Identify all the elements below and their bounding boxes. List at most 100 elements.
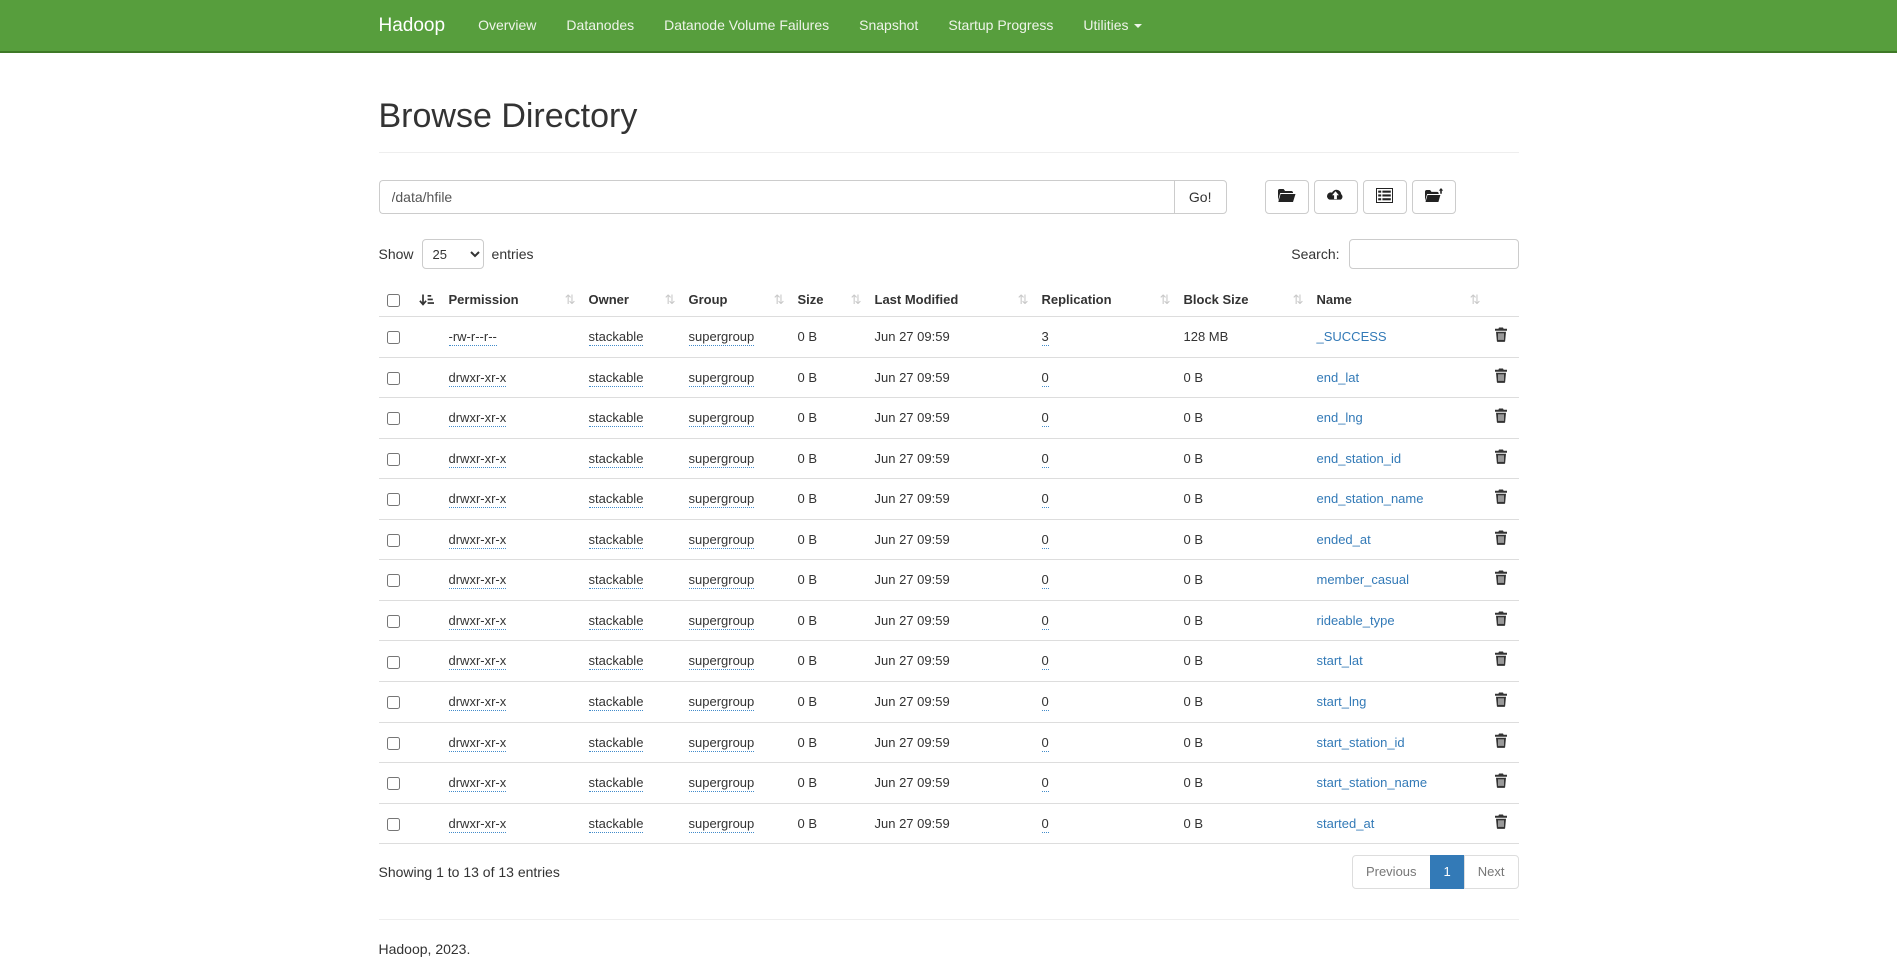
owner-value[interactable]: stackable: [589, 775, 644, 792]
group-value[interactable]: supergroup: [689, 694, 755, 711]
next-page-button[interactable]: Next: [1464, 855, 1519, 889]
replication-value[interactable]: 0: [1042, 491, 1049, 508]
file-link[interactable]: start_lng: [1317, 694, 1367, 709]
owner-value[interactable]: stackable: [589, 532, 644, 549]
replication-value[interactable]: 0: [1042, 532, 1049, 549]
file-link[interactable]: end_lat: [1317, 370, 1360, 385]
replication-value[interactable]: 0: [1042, 451, 1049, 468]
replication-value[interactable]: 0: [1042, 816, 1049, 833]
file-link[interactable]: _SUCCESS: [1317, 329, 1387, 344]
nav-item-utilities-dropdown[interactable]: Utilities: [1068, 0, 1156, 51]
nav-item-datanodes[interactable]: Datanodes: [551, 0, 649, 51]
page-1-button[interactable]: 1: [1430, 855, 1465, 889]
group-value[interactable]: supergroup: [689, 410, 755, 427]
permission-value[interactable]: drwxr-xr-x: [449, 613, 507, 630]
row-checkbox[interactable]: [387, 372, 400, 385]
group-value[interactable]: supergroup: [689, 451, 755, 468]
trash-icon[interactable]: [1494, 692, 1508, 707]
row-checkbox[interactable]: [387, 493, 400, 506]
previous-page-button[interactable]: Previous: [1352, 855, 1431, 889]
group-value[interactable]: supergroup: [689, 491, 755, 508]
file-link[interactable]: ended_at: [1317, 532, 1371, 547]
move-button[interactable]: [1412, 180, 1456, 214]
header-block-size[interactable]: Block Size⇅: [1176, 283, 1309, 317]
group-value[interactable]: supergroup: [689, 613, 755, 630]
replication-value[interactable]: 3: [1042, 329, 1049, 346]
header-last-modified[interactable]: Last Modified⇅: [867, 283, 1034, 317]
owner-value[interactable]: stackable: [589, 410, 644, 427]
navbar-brand[interactable]: Hadoop: [379, 15, 446, 37]
permission-value[interactable]: drwxr-xr-x: [449, 653, 507, 670]
group-value[interactable]: supergroup: [689, 816, 755, 833]
trash-icon[interactable]: [1494, 368, 1508, 383]
owner-value[interactable]: stackable: [589, 451, 644, 468]
permission-value[interactable]: drwxr-xr-x: [449, 694, 507, 711]
header-owner[interactable]: Owner⇅: [581, 283, 681, 317]
upload-file-button[interactable]: [1314, 180, 1358, 214]
owner-value[interactable]: stackable: [589, 572, 644, 589]
owner-value[interactable]: stackable: [589, 370, 644, 387]
owner-value[interactable]: stackable: [589, 491, 644, 508]
owner-value[interactable]: stackable: [589, 694, 644, 711]
header-name[interactable]: Name⇅: [1309, 283, 1486, 317]
select-all-checkbox[interactable]: [387, 294, 400, 307]
owner-value[interactable]: stackable: [589, 816, 644, 833]
group-value[interactable]: supergroup: [689, 329, 755, 346]
permission-value[interactable]: drwxr-xr-x: [449, 410, 507, 427]
cut-paste-button[interactable]: [1363, 180, 1407, 214]
search-input[interactable]: [1349, 239, 1519, 269]
group-value[interactable]: supergroup: [689, 735, 755, 752]
group-value[interactable]: supergroup: [689, 653, 755, 670]
header-size[interactable]: Size⇅: [790, 283, 867, 317]
row-checkbox[interactable]: [387, 696, 400, 709]
group-value[interactable]: supergroup: [689, 775, 755, 792]
permission-value[interactable]: drwxr-xr-x: [449, 572, 507, 589]
page-size-select[interactable]: 25: [422, 239, 484, 269]
row-checkbox[interactable]: [387, 412, 400, 425]
header-replication[interactable]: Replication⇅: [1034, 283, 1176, 317]
go-button[interactable]: Go!: [1174, 180, 1227, 214]
header-group[interactable]: Group⇅: [681, 283, 790, 317]
trash-icon[interactable]: [1494, 733, 1508, 748]
trash-icon[interactable]: [1494, 651, 1508, 666]
trash-icon[interactable]: [1494, 408, 1508, 423]
file-link[interactable]: end_station_name: [1317, 491, 1424, 506]
file-link[interactable]: start_station_id: [1317, 735, 1405, 750]
trash-icon[interactable]: [1494, 570, 1508, 585]
replication-value[interactable]: 0: [1042, 694, 1049, 711]
trash-icon[interactable]: [1494, 489, 1508, 504]
file-link[interactable]: rideable_type: [1317, 613, 1395, 628]
group-value[interactable]: supergroup: [689, 370, 755, 387]
permission-value[interactable]: drwxr-xr-x: [449, 532, 507, 549]
group-value[interactable]: supergroup: [689, 532, 755, 549]
permission-value[interactable]: drwxr-xr-x: [449, 735, 507, 752]
row-checkbox[interactable]: [387, 453, 400, 466]
trash-icon[interactable]: [1494, 611, 1508, 626]
file-link[interactable]: end_lng: [1317, 410, 1363, 425]
owner-value[interactable]: stackable: [589, 329, 644, 346]
replication-value[interactable]: 0: [1042, 735, 1049, 752]
row-checkbox[interactable]: [387, 656, 400, 669]
row-checkbox[interactable]: [387, 777, 400, 790]
permission-value[interactable]: drwxr-xr-x: [449, 775, 507, 792]
directory-path-input[interactable]: [379, 180, 1174, 214]
trash-icon[interactable]: [1494, 327, 1508, 342]
row-checkbox[interactable]: [387, 737, 400, 750]
replication-value[interactable]: 0: [1042, 653, 1049, 670]
permission-value[interactable]: -rw-r--r--: [449, 329, 497, 346]
nav-item-startup-progress[interactable]: Startup Progress: [933, 0, 1068, 51]
file-link[interactable]: end_station_id: [1317, 451, 1402, 466]
replication-value[interactable]: 0: [1042, 410, 1049, 427]
owner-value[interactable]: stackable: [589, 735, 644, 752]
header-permission[interactable]: Permission⇅: [441, 283, 581, 317]
row-checkbox[interactable]: [387, 574, 400, 587]
file-link[interactable]: start_lat: [1317, 653, 1363, 668]
row-checkbox[interactable]: [387, 331, 400, 344]
trash-icon[interactable]: [1494, 773, 1508, 788]
replication-value[interactable]: 0: [1042, 613, 1049, 630]
row-checkbox[interactable]: [387, 615, 400, 628]
row-checkbox[interactable]: [387, 534, 400, 547]
trash-icon[interactable]: [1494, 449, 1508, 464]
trash-icon[interactable]: [1494, 814, 1508, 829]
nav-item-datanode-volume-failures[interactable]: Datanode Volume Failures: [649, 0, 844, 51]
